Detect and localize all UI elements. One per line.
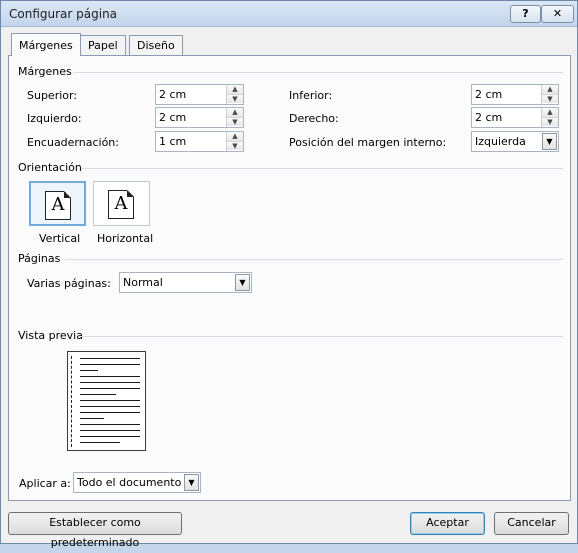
chevron-down-icon[interactable]: ▼ <box>184 474 199 491</box>
preview-line <box>80 442 120 443</box>
encuadernacion-spinner[interactable]: 1 cm ▲ ▼ <box>155 131 244 152</box>
spin-down-icon[interactable]: ▼ <box>542 117 558 126</box>
preview-line <box>80 358 140 359</box>
preview-line <box>80 370 98 371</box>
gutter-position-label: Posición del margen interno: <box>289 136 447 149</box>
window-title: Configurar página <box>9 7 118 21</box>
tab-margins[interactable]: Márgenes <box>11 33 81 56</box>
preview-group-label: Vista previa <box>18 329 83 342</box>
encuadernacion-value: 1 cm <box>159 135 187 148</box>
portrait-page-icon: A <box>45 191 71 220</box>
help-button[interactable]: ? <box>510 5 541 23</box>
orientation-horizontal-option[interactable]: A <box>93 181 150 226</box>
superior-value: 2 cm <box>159 88 187 101</box>
multiple-pages-label: Varias páginas: <box>27 277 111 290</box>
tab-label: Papel <box>88 39 118 52</box>
preview-line <box>80 436 140 437</box>
icon-letter: A <box>114 193 128 214</box>
page-setup-dialog: Configurar página ? ✕ Márgenes Papel Dis… <box>0 0 578 549</box>
tab-layout[interactable]: Diseño <box>129 35 183 56</box>
encuadernacion-label: Encuadernación: <box>27 136 119 149</box>
margins-divider <box>73 72 563 73</box>
tab-paper[interactable]: Papel <box>80 35 126 56</box>
spin-up-icon[interactable]: ▲ <box>542 108 558 117</box>
spin-down-icon[interactable]: ▼ <box>227 141 243 150</box>
gutter-marker <box>71 356 74 447</box>
derecho-value: 2 cm <box>475 111 503 124</box>
orientation-vertical-option[interactable]: A <box>29 181 86 226</box>
spin-down-icon[interactable]: ▼ <box>227 117 243 126</box>
margins-group-label: Márgenes <box>18 65 72 78</box>
preview-line <box>80 430 140 431</box>
tab-label: Márgenes <box>19 39 73 52</box>
apply-to-value: Todo el documento <box>77 476 182 489</box>
spin-down-icon[interactable]: ▼ <box>542 94 558 103</box>
orientation-group-label: Orientación <box>18 161 82 174</box>
gutter-position-value: Izquierda <box>475 135 526 148</box>
icon-letter: A <box>51 194 65 215</box>
preview-line <box>80 418 104 419</box>
preview-line <box>80 382 140 383</box>
preview-line <box>80 394 116 395</box>
superior-spinner[interactable]: 2 cm ▲ ▼ <box>155 84 244 105</box>
orientation-divider <box>81 168 563 169</box>
close-button[interactable]: ✕ <box>541 5 574 23</box>
derecho-label: Derecho: <box>289 112 339 125</box>
multiple-pages-value: Normal <box>123 276 163 289</box>
pages-group-label: Páginas <box>18 252 61 265</box>
preview-line <box>80 406 140 407</box>
chevron-down-icon[interactable]: ▼ <box>542 133 557 150</box>
preview-line <box>80 424 140 425</box>
page-preview <box>67 351 146 451</box>
tab-label: Diseño <box>137 39 175 52</box>
preview-divider <box>79 336 563 337</box>
spin-up-icon[interactable]: ▲ <box>227 132 243 141</box>
apply-to-select[interactable]: Todo el documento ▼ <box>73 472 201 493</box>
izquierdo-label: Izquierdo: <box>27 112 82 125</box>
preview-line <box>80 412 140 413</box>
preview-line <box>80 400 140 401</box>
pages-divider <box>65 259 563 260</box>
spin-up-icon[interactable]: ▲ <box>542 85 558 94</box>
spin-up-icon[interactable]: ▲ <box>227 85 243 94</box>
chevron-down-icon[interactable]: ▼ <box>235 274 250 291</box>
gutter-position-select[interactable]: Izquierda ▼ <box>471 131 559 152</box>
inferior-label: Inferior: <box>289 89 333 102</box>
spin-down-icon[interactable]: ▼ <box>227 94 243 103</box>
multiple-pages-select[interactable]: Normal ▼ <box>119 272 252 293</box>
derecho-spinner[interactable]: 2 cm ▲ ▼ <box>471 107 559 128</box>
horizontal-label: Horizontal <box>97 232 154 245</box>
vertical-label: Vertical <box>39 232 81 245</box>
ok-button[interactable]: Aceptar <box>410 512 485 535</box>
izquierdo-value: 2 cm <box>159 111 187 124</box>
apply-to-label: Aplicar a: <box>19 477 71 490</box>
set-default-button[interactable]: Establecer como predeterminado <box>8 512 182 549</box>
preview-line <box>80 364 140 365</box>
inferior-value: 2 cm <box>475 88 503 101</box>
preview-line <box>80 388 140 389</box>
title-bar: Configurar página ? ✕ <box>1 1 577 27</box>
preview-line <box>80 376 140 377</box>
spin-up-icon[interactable]: ▲ <box>227 108 243 117</box>
superior-label: Superior: <box>27 89 78 102</box>
landscape-page-icon: A <box>108 190 134 219</box>
inferior-spinner[interactable]: 2 cm ▲ ▼ <box>471 84 559 105</box>
izquierdo-spinner[interactable]: 2 cm ▲ ▼ <box>155 107 244 128</box>
cancel-button[interactable]: Cancelar <box>494 512 569 535</box>
